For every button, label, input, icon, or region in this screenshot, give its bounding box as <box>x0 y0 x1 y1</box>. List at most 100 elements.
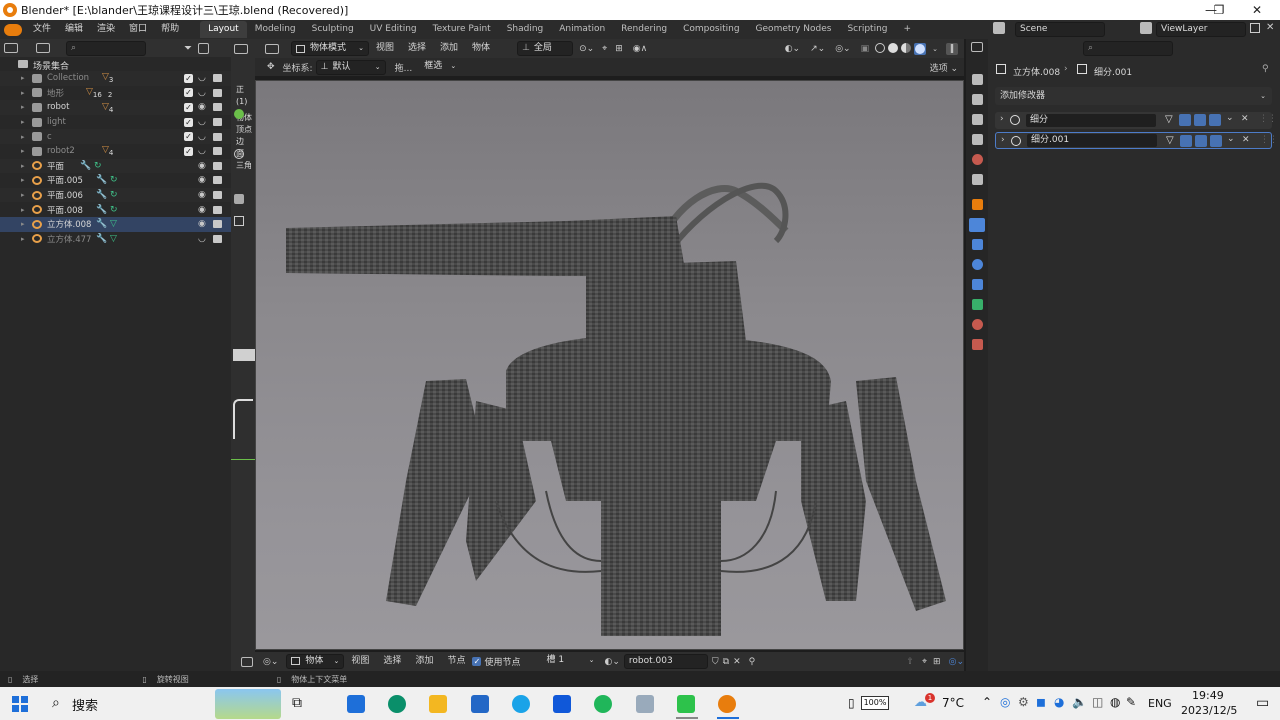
camera-icon[interactable] <box>213 132 222 141</box>
eye-icon[interactable]: ◉ <box>198 190 206 200</box>
slot-dropdown[interactable]: 槽 1 ⌄ <box>542 654 598 669</box>
expand-arrow-icon[interactable]: ▸ <box>21 191 25 199</box>
wireframe-shading-icon[interactable] <box>875 42 886 53</box>
expand-arrow-icon[interactable]: ▸ <box>21 162 25 170</box>
network-icon[interactable]: ◫ <box>1092 695 1103 709</box>
eye-icon[interactable]: ◡ <box>198 88 206 98</box>
modifier-panel[interactable]: › 细分.001 ▽ ⌄ ✕ ⋮⋮ <box>995 132 1278 149</box>
eye-icon[interactable]: ◉ <box>198 205 206 215</box>
realtime-icon[interactable] <box>1195 135 1207 147</box>
outliner-search-input[interactable]: ⌕ <box>66 40 146 56</box>
overlay-icon[interactable]: ◎⌄ <box>949 657 964 667</box>
texture-tab-icon[interactable] <box>972 339 983 350</box>
view-layer-tab-icon[interactable] <box>972 134 983 145</box>
duplicate-material-icon[interactable]: ⧉ <box>723 657 729 667</box>
shader-menu-select[interactable]: 选择 <box>376 652 408 671</box>
unlink-material-icon[interactable]: ✕ <box>733 657 741 667</box>
expand-arrow-icon[interactable]: ▸ <box>21 89 25 97</box>
shader-menu-view[interactable]: 视图 <box>344 652 376 671</box>
snap-target-icon[interactable]: ⊞ <box>615 44 623 54</box>
scene-field[interactable]: Scene <box>1015 22 1105 37</box>
data-tab-icon[interactable] <box>972 299 983 310</box>
camera-icon[interactable] <box>213 118 222 127</box>
expand-arrow-icon[interactable]: ▸ <box>21 118 25 126</box>
pin-icon[interactable]: ⚲ <box>749 657 756 667</box>
shader-mode-dropdown[interactable]: 物体 ⌄ <box>286 654 345 669</box>
edit-cage-icon[interactable]: ▽ <box>1165 114 1177 126</box>
snap-icon[interactable]: ⌖ <box>602 44 607 54</box>
pen-icon[interactable]: ✎ <box>1126 695 1136 709</box>
scene-collection-row[interactable]: 场景集合 <box>0 57 231 72</box>
eye-icon[interactable]: ◡ <box>198 73 206 83</box>
drag-label[interactable]: 拖... <box>395 61 413 74</box>
outliner-row[interactable]: ▸ Collection ▽3 ✓ ◡ <box>0 71 231 86</box>
camera-icon[interactable] <box>213 176 222 185</box>
exclude-checkbox[interactable]: ✓ <box>184 132 193 142</box>
exclude-checkbox[interactable]: ✓ <box>184 88 193 98</box>
windows-start-icon[interactable] <box>12 696 28 712</box>
pin-icon[interactable]: ⚲ <box>1262 64 1269 74</box>
volume-icon[interactable]: 🔈 <box>1072 695 1087 709</box>
drag-handle-icon[interactable]: ⋮⋮ <box>1260 135 1278 145</box>
camera-icon[interactable] <box>213 220 222 229</box>
tab-uv-editing[interactable]: UV Editing <box>362 21 425 38</box>
tab-sculpting[interactable]: Sculpting <box>304 21 362 38</box>
filter-icon[interactable]: ⏷ <box>184 43 192 54</box>
tray-icon-2[interactable]: ⚙ <box>1018 695 1029 709</box>
select-mode-dropdown[interactable]: 框选 ⌄ <box>420 60 460 75</box>
material-tab-icon[interactable] <box>972 319 983 330</box>
camera-icon[interactable] <box>213 147 222 156</box>
viewport-editor-icon[interactable] <box>265 43 279 54</box>
tab-modeling[interactable]: Modeling <box>247 21 304 38</box>
pivot-icon[interactable]: ⊙⌄ <box>579 44 594 54</box>
expand-arrow-icon[interactable]: › <box>1000 114 1004 124</box>
vp-menu-view[interactable]: 视图 <box>369 39 401 58</box>
tray-icon-3[interactable]: ◼ <box>1036 695 1046 709</box>
menu-edit[interactable]: 编辑 <box>58 20 90 39</box>
camera-icon[interactable] <box>213 161 222 170</box>
add-workspace-button[interactable]: + <box>896 21 920 38</box>
grid-icon[interactable] <box>234 216 244 226</box>
shader-menu-add[interactable]: 添加 <box>408 652 440 671</box>
camera-icon[interactable] <box>213 88 222 97</box>
material-browse-icon[interactable]: ◐⌄ <box>604 657 619 667</box>
camera-icon[interactable] <box>213 191 222 200</box>
tab-geometry-nodes[interactable]: Geometry Nodes <box>748 21 840 38</box>
properties-search-input[interactable]: ⌕ <box>1083 41 1173 56</box>
battery-icon[interactable]: ▯ <box>848 696 855 710</box>
expand-arrow-icon[interactable]: ▸ <box>21 235 25 243</box>
input-language[interactable]: ENG <box>1148 697 1172 710</box>
particles-tab-icon[interactable] <box>972 239 983 250</box>
modifier-tab-icon[interactable] <box>969 218 985 232</box>
modifier-name-field[interactable]: 细分.001 <box>1027 134 1157 147</box>
expand-arrow-icon[interactable]: ▸ <box>21 133 25 141</box>
edit-cage-icon[interactable]: ▽ <box>1166 135 1178 147</box>
new-collection-icon[interactable] <box>198 42 209 54</box>
exclude-checkbox[interactable]: ✓ <box>184 117 193 127</box>
modifier-panel[interactable]: › 细分 ▽ ⌄ ✕ ⋮⋮ <box>995 112 1277 129</box>
add-modifier-dropdown[interactable]: 添加修改器 ⌄ <box>995 87 1272 105</box>
rendered-shading-icon[interactable] <box>914 42 927 55</box>
remove-viewlayer-icon[interactable]: ✕ <box>1266 23 1276 33</box>
clock-date[interactable]: 2023/12/5 <box>1181 704 1237 717</box>
notification-icon[interactable]: ▭ <box>1256 695 1269 711</box>
remove-modifier-icon[interactable]: ✕ <box>1242 135 1250 145</box>
render-icon[interactable] <box>1209 114 1221 126</box>
physics-tab-icon[interactable] <box>972 259 983 270</box>
app-l-icon[interactable] <box>553 695 571 713</box>
outliner-row[interactable]: ▸ 平面.005 🔧 ↻ ◉ <box>0 173 231 188</box>
mode-dropdown[interactable]: 物体模式 ⌄ <box>291 41 369 56</box>
outliner-row[interactable]: ▸ robot ▽4 ✓ ◉ <box>0 100 231 115</box>
exclude-checkbox[interactable]: ✓ <box>184 102 193 112</box>
wechat-icon[interactable] <box>677 695 695 713</box>
outliner-row[interactable]: ▸ 平面.006 🔧 ↻ ◉ <box>0 187 231 203</box>
outliner-row[interactable]: ▸ robot2 ▽4 ✓ ◡ <box>0 144 231 159</box>
eye-icon[interactable]: ◡ <box>198 132 206 142</box>
tray-icon-4[interactable]: ◕ <box>1054 695 1064 709</box>
outliner-row[interactable]: ▸ 地形 ▽16 2 ✓ ◡ <box>0 86 231 101</box>
outliner-row[interactable]: ▸ 立方体.008 🔧 ▽ ◉ <box>0 216 231 232</box>
proportional-edit-icon[interactable]: ◉∧ <box>633 44 647 54</box>
eye-icon[interactable]: ◉ <box>198 161 206 171</box>
shader-menu-node[interactable]: 节点 <box>440 652 472 671</box>
editmode-icon[interactable] <box>1180 135 1192 147</box>
